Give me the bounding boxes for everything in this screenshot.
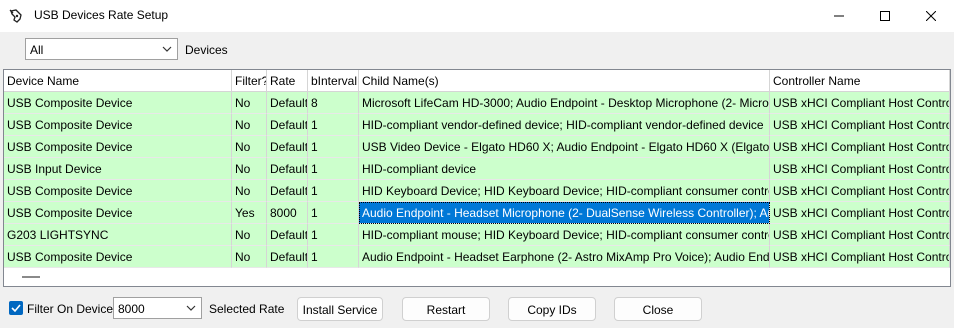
cell-device-name[interactable]: USB Composite Device [4, 202, 232, 224]
cell-binterval[interactable]: 1 [308, 158, 359, 180]
cell-binterval[interactable]: 1 [308, 224, 359, 246]
cell-controller-name[interactable]: USB xHCI Compliant Host Controller - [770, 180, 950, 202]
close-window-button[interactable] [908, 0, 954, 32]
table-row[interactable]: USB Composite Device No Default 1 Audio Endp… [4, 246, 950, 268]
horizontal-scrollbar[interactable] [4, 268, 950, 286]
devices-label: Devices [185, 43, 228, 57]
table-row[interactable]: USB Composite Device Yes 8000 1 Audio Endpoi… [4, 202, 950, 224]
restart-button[interactable]: Restart [402, 297, 490, 321]
cell-filter[interactable]: No [232, 136, 267, 158]
minimize-icon [834, 15, 844, 17]
column-header-device-name[interactable]: Device Name [4, 70, 232, 92]
maximize-icon [880, 11, 890, 21]
cell-device-name[interactable]: USB Composite Device [4, 246, 232, 268]
cell-child-names[interactable]: HID Keyboard Device; HID Keyboard Device… [359, 180, 770, 202]
usb-plug-icon [8, 8, 24, 24]
column-header-child-names[interactable]: Child Name(s) [359, 70, 770, 92]
table-row[interactable]: USB Composite Device No Default 8 Microsoft … [4, 92, 950, 114]
cell-binterval[interactable]: 1 [308, 136, 359, 158]
cell-filter[interactable]: No [232, 224, 267, 246]
filter-on-device-label[interactable]: Filter On Device [27, 302, 113, 316]
close-icon [926, 11, 936, 21]
filter-on-device-checkbox[interactable] [9, 301, 23, 315]
selected-rate-label: Selected Rate [209, 302, 285, 316]
cell-rate[interactable]: Default [267, 224, 308, 246]
cell-filter[interactable]: No [232, 246, 267, 268]
cell-rate[interactable]: Default [267, 92, 308, 114]
cell-filter[interactable]: No [232, 114, 267, 136]
table-row[interactable]: USB Composite Device No Default 1 HID Keyboa… [4, 180, 950, 202]
cell-binterval[interactable]: 1 [308, 114, 359, 136]
device-grid[interactable]: Device Name Filter? Rate bInterval Child… [3, 69, 951, 287]
cell-filter[interactable]: No [232, 158, 267, 180]
table-row[interactable]: USB Composite Device No Default 1 USB Video … [4, 136, 950, 158]
cell-child-names[interactable]: Audio Endpoint - Headset Microphone (2- … [359, 202, 770, 224]
cell-child-names[interactable]: Microsoft LifeCam HD-3000; Audio Endpoin… [359, 92, 770, 114]
cell-filter[interactable]: No [232, 92, 267, 114]
scrollbar-thumb[interactable] [22, 276, 40, 278]
column-header-binterval[interactable]: bInterval [308, 70, 359, 92]
window-title: USB Devices Rate Setup [34, 8, 169, 22]
maximize-button[interactable] [862, 0, 908, 32]
cell-rate[interactable]: Default [267, 136, 308, 158]
cell-filter[interactable]: No [232, 180, 267, 202]
cell-device-name[interactable]: USB Input Device [4, 158, 232, 180]
cell-device-name[interactable]: USB Composite Device [4, 180, 232, 202]
cell-child-names[interactable]: USB Video Device - Elgato HD60 X; Audio … [359, 136, 770, 158]
cell-child-names[interactable]: Audio Endpoint - Headset Earphone (2- As… [359, 246, 770, 268]
cell-binterval[interactable]: 1 [308, 246, 359, 268]
cell-controller-name[interactable]: USB xHCI Compliant Host Controller - [770, 246, 950, 268]
table-row[interactable]: USB Composite Device No Default 1 HID-compli… [4, 114, 950, 136]
rate-value: 8000 [118, 302, 145, 316]
copy-ids-button[interactable]: Copy IDs [508, 297, 596, 321]
cell-rate[interactable]: Default [267, 158, 308, 180]
title-bar: USB Devices Rate Setup [0, 0, 954, 32]
grid-header: Device Name Filter? Rate bInterval Child… [4, 70, 950, 92]
cell-rate[interactable]: Default [267, 114, 308, 136]
rate-select[interactable]: 8000 [113, 297, 202, 319]
table-row[interactable]: G203 LIGHTSYNC No Default 1 HID-compliant mo… [4, 224, 950, 246]
cell-rate[interactable]: Default [267, 180, 308, 202]
cell-binterval[interactable]: 8 [308, 92, 359, 114]
checkmark-icon [11, 304, 21, 313]
cell-controller-name[interactable]: USB xHCI Compliant Host Controller - [770, 158, 950, 180]
minimize-button[interactable] [816, 0, 862, 32]
chevron-down-icon [185, 302, 197, 314]
column-header-filter[interactable]: Filter? [232, 70, 267, 92]
cell-device-name[interactable]: USB Composite Device [4, 136, 232, 158]
cell-rate[interactable]: 8000 [267, 202, 308, 224]
cell-binterval[interactable]: 1 [308, 180, 359, 202]
cell-controller-name[interactable]: USB xHCI Compliant Host Controller - [770, 114, 950, 136]
chevron-down-icon [161, 43, 173, 55]
cell-child-names[interactable]: HID-compliant device [359, 158, 770, 180]
column-header-rate[interactable]: Rate [267, 70, 308, 92]
cell-controller-name[interactable]: USB xHCI Compliant Host Controller - [770, 224, 950, 246]
cell-binterval[interactable]: 1 [308, 202, 359, 224]
close-button[interactable]: Close [614, 297, 702, 321]
cell-child-names[interactable]: HID-compliant vendor-defined device; HID… [359, 114, 770, 136]
device-filter-select[interactable]: All [25, 38, 178, 60]
filter-bar: All Devices [0, 32, 954, 68]
column-header-controller-name[interactable]: Controller Name [770, 70, 950, 92]
cell-rate[interactable]: Default [267, 246, 308, 268]
cell-filter[interactable]: Yes [232, 202, 267, 224]
cell-child-names[interactable]: HID-compliant mouse; HID Keyboard Device… [359, 224, 770, 246]
cell-controller-name[interactable]: USB xHCI Compliant Host Controller - [770, 92, 950, 114]
install-service-button[interactable]: Install Service [297, 297, 383, 321]
table-row[interactable]: USB Input Device No Default 1 HID-compliant … [4, 158, 950, 180]
cell-controller-name[interactable]: USB xHCI Compliant Host Controller - [770, 202, 950, 224]
cell-device-name[interactable]: USB Composite Device [4, 114, 232, 136]
cell-controller-name[interactable]: USB xHCI Compliant Host Controller - [770, 136, 950, 158]
device-filter-value: All [30, 43, 44, 57]
cell-device-name[interactable]: USB Composite Device [4, 92, 232, 114]
cell-device-name[interactable]: G203 LIGHTSYNC [4, 224, 232, 246]
